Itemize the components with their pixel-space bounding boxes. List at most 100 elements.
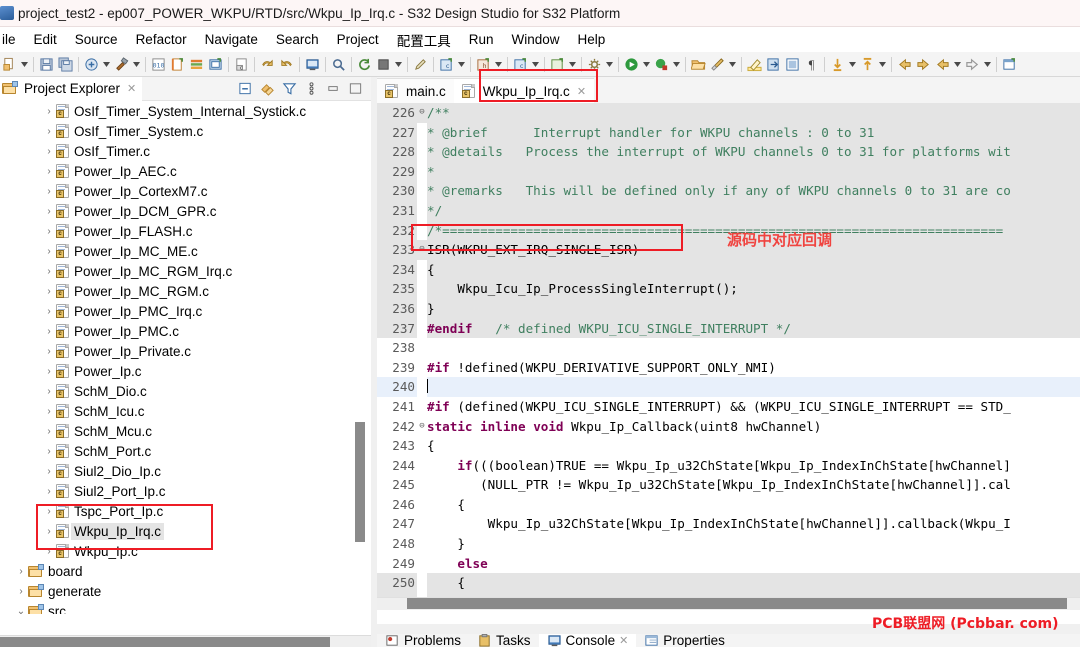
menu-item-refactor[interactable]: Refactor xyxy=(127,30,196,49)
tree-item[interactable]: › c SchM_Dio.c xyxy=(0,381,360,401)
forward-nav-button[interactable] xyxy=(914,54,933,75)
new-header-button[interactable]: h xyxy=(474,54,493,75)
chevron-right-icon[interactable]: › xyxy=(42,326,56,337)
chevron-down-icon[interactable] xyxy=(604,54,615,75)
fold-toggle-icon[interactable]: ⊖ xyxy=(417,240,427,260)
project-tree[interactable]: › c OsIf_Timer_System_Internal_Systick.c › c… xyxy=(0,101,360,614)
back-history-icon[interactable] xyxy=(935,57,950,72)
tree-item[interactable]: › c Wkpu_Ip.c xyxy=(0,541,360,561)
pilcrow-button[interactable]: ¶ xyxy=(802,54,821,75)
menu-item-project[interactable]: Project xyxy=(328,30,388,49)
open-folder-button[interactable] xyxy=(689,54,708,75)
code-line[interactable]: 244 if(((boolean)TRUE == Wkpu_Ip_u32ChSt… xyxy=(377,456,1080,476)
new-c-file-button[interactable]: c xyxy=(232,54,251,75)
tree-item[interactable]: › c Power_Ip_DCM_GPR.c xyxy=(0,201,360,221)
chevron-down-icon[interactable] xyxy=(952,54,963,75)
code-line[interactable]: 248 } xyxy=(377,534,1080,554)
debug-button[interactable] xyxy=(652,54,671,75)
chevron-right-icon[interactable]: › xyxy=(42,546,56,557)
terminate-button[interactable] xyxy=(374,54,393,75)
next-annotation-icon[interactable] xyxy=(830,57,845,72)
binary-010-button[interactable]: 010 xyxy=(149,54,168,75)
tree-item[interactable]: › c Power_Ip_PMC.c xyxy=(0,321,360,341)
redo-icon[interactable] xyxy=(279,57,294,72)
code-line[interactable]: 226 ⊖/** xyxy=(377,103,1080,123)
tasks-icon[interactable] xyxy=(477,634,492,647)
collapse-all-icon[interactable] xyxy=(238,81,253,96)
code-line[interactable]: 230 * @remarks This will be defined only … xyxy=(377,181,1080,201)
console-icon[interactable] xyxy=(305,57,320,72)
tree-item[interactable]: › c OsIf_Timer.c xyxy=(0,141,360,161)
new-class-button[interactable]: c xyxy=(437,54,456,75)
code-line[interactable]: 235 Wkpu_Icu_Ip_ProcessSingleInterrupt()… xyxy=(377,279,1080,299)
editor-tab-main-c[interactable]: c main.c xyxy=(377,78,454,103)
tree-item[interactable]: › c Siul2_Port_Ip.c xyxy=(0,481,360,501)
chevron-down-icon[interactable]: ⌄ xyxy=(14,606,28,615)
tree-item[interactable]: › c Power_Ip.c xyxy=(0,361,360,381)
chevron-down-icon[interactable] xyxy=(19,54,30,75)
brush-icon[interactable] xyxy=(710,57,725,72)
menu-item-edit[interactable]: Edit xyxy=(25,30,66,49)
chevron-right-icon[interactable]: › xyxy=(42,486,56,497)
new-project-icon[interactable] xyxy=(170,57,185,72)
code-line[interactable]: 236} xyxy=(377,298,1080,319)
save-icon[interactable] xyxy=(39,57,54,72)
chevron-right-icon[interactable]: › xyxy=(42,266,56,277)
chevron-right-icon[interactable]: › xyxy=(42,426,56,437)
tree-item[interactable]: › c Power_Ip_MC_RGM.c xyxy=(0,281,360,301)
problems-icon[interactable] xyxy=(385,634,400,647)
link-with-editor-icon[interactable] xyxy=(260,81,275,96)
refresh-button[interactable] xyxy=(355,54,374,75)
console-icon[interactable] xyxy=(547,634,562,647)
chevron-right-icon[interactable]: › xyxy=(42,226,56,237)
code-line[interactable]: 227 * @brief Interrupt handler for WKPU c… xyxy=(377,122,1080,143)
prev-annotation-button[interactable] xyxy=(858,54,877,75)
code-line[interactable]: 246 { xyxy=(377,495,1080,515)
chevron-right-icon[interactable]: › xyxy=(42,446,56,457)
save-all-button[interactable] xyxy=(56,54,75,75)
bottom-tab-problems[interactable]: Problems xyxy=(377,634,469,647)
new-c-file-icon[interactable]: c xyxy=(234,57,249,72)
chevron-right-icon[interactable]: › xyxy=(42,166,56,177)
chevron-right-icon[interactable]: › xyxy=(42,466,56,477)
new-file-icon[interactable] xyxy=(2,57,17,72)
chevron-right-icon[interactable]: › xyxy=(42,306,56,317)
chevron-down-icon[interactable] xyxy=(567,54,578,75)
chevron-right-icon[interactable]: › xyxy=(14,586,28,597)
new-project-button[interactable] xyxy=(168,54,187,75)
tree-item[interactable]: › c SchM_Icu.c xyxy=(0,401,360,421)
close-icon[interactable]: ✕ xyxy=(127,82,136,95)
code-line[interactable]: 241 #if (defined(WKPU_ICU_SINGLE_INTERRUP… xyxy=(377,397,1080,417)
chevron-down-icon[interactable] xyxy=(493,54,504,75)
tree-vertical-scrollbar[interactable] xyxy=(355,422,365,542)
new-header-icon[interactable]: h xyxy=(476,57,491,72)
code-line[interactable]: 237 #endif /* defined WKPU_ICU_SINGLE_INT… xyxy=(377,318,1080,339)
tree-item[interactable]: › c Siul2_Dio_Ip.c xyxy=(0,461,360,481)
code-line[interactable]: 238 xyxy=(377,338,1080,358)
properties-icon[interactable] xyxy=(644,634,659,647)
tree-item[interactable]: › c Power_Ip_AEC.c xyxy=(0,161,360,181)
menu-item-help[interactable]: Help xyxy=(568,30,614,49)
new-window-icon[interactable] xyxy=(1002,57,1017,72)
menu-item-run[interactable]: Run xyxy=(460,30,503,49)
menu-item-window[interactable]: Window xyxy=(502,30,568,49)
new-class-icon[interactable]: c xyxy=(439,57,454,72)
tree-item[interactable]: › c Power_Ip_Private.c xyxy=(0,341,360,361)
chevron-right-icon[interactable]: › xyxy=(42,106,56,117)
tree-item[interactable]: › c OsIf_Timer_System.c xyxy=(0,121,360,141)
back-nav-icon[interactable] xyxy=(897,57,912,72)
hammer-build-button[interactable] xyxy=(112,54,131,75)
code-line[interactable]: 234 { xyxy=(377,259,1080,280)
chevron-down-icon[interactable] xyxy=(671,54,682,75)
chevron-right-icon[interactable]: › xyxy=(42,406,56,417)
code-line[interactable]: 249 else xyxy=(377,554,1080,574)
undo-button[interactable] xyxy=(258,54,277,75)
menu-item-config-tools[interactable]: 配置工具 xyxy=(388,28,460,52)
new-source-button[interactable]: c xyxy=(511,54,530,75)
code-line[interactable]: 229 * xyxy=(377,161,1080,182)
view-menu-icon[interactable] xyxy=(304,81,319,96)
console-button[interactable] xyxy=(303,54,322,75)
code-area[interactable]: 226 ⊖/** 227 * @brief Interrupt handler for… xyxy=(377,103,1080,597)
save-button[interactable] xyxy=(37,54,56,75)
new-element-icon[interactable] xyxy=(550,57,565,72)
